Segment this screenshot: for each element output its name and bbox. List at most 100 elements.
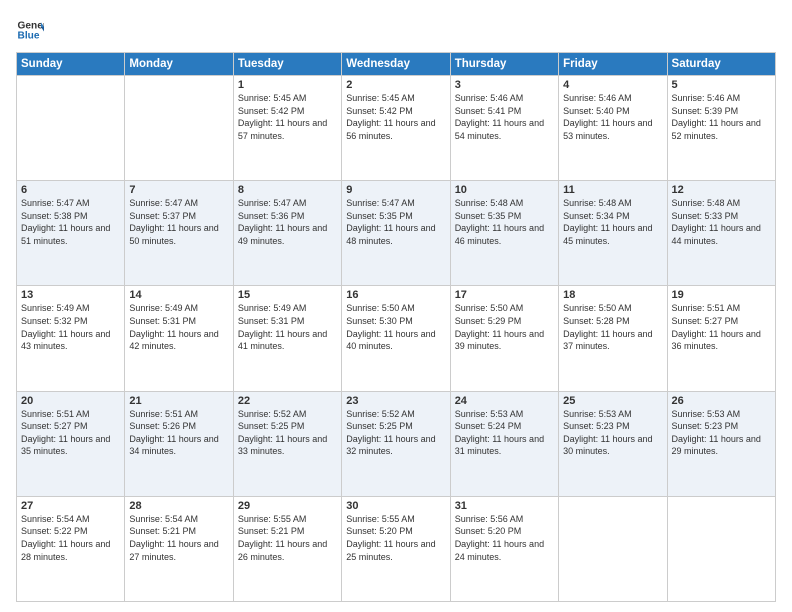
calendar-week-3: 13Sunrise: 5:49 AM Sunset: 5:32 PM Dayli… — [17, 286, 776, 391]
day-number: 11 — [563, 184, 662, 196]
day-number: 10 — [455, 184, 554, 196]
dow-header-saturday: Saturday — [667, 53, 775, 76]
day-number: 26 — [672, 395, 771, 407]
calendar-cell: 30Sunrise: 5:55 AM Sunset: 5:20 PM Dayli… — [342, 496, 450, 601]
day-info: Sunrise: 5:47 AM Sunset: 5:38 PM Dayligh… — [21, 197, 120, 247]
calendar-week-1: 1Sunrise: 5:45 AM Sunset: 5:42 PM Daylig… — [17, 76, 776, 181]
day-info: Sunrise: 5:51 AM Sunset: 5:27 PM Dayligh… — [672, 302, 771, 352]
day-info: Sunrise: 5:51 AM Sunset: 5:26 PM Dayligh… — [129, 408, 228, 458]
calendar-cell: 16Sunrise: 5:50 AM Sunset: 5:30 PM Dayli… — [342, 286, 450, 391]
day-number: 21 — [129, 395, 228, 407]
day-number: 2 — [346, 79, 445, 91]
calendar-cell — [125, 76, 233, 181]
calendar-cell: 9Sunrise: 5:47 AM Sunset: 5:35 PM Daylig… — [342, 181, 450, 286]
page-header: General Blue — [16, 16, 776, 44]
dow-header-wednesday: Wednesday — [342, 53, 450, 76]
calendar-cell: 24Sunrise: 5:53 AM Sunset: 5:24 PM Dayli… — [450, 391, 558, 496]
calendar-cell: 4Sunrise: 5:46 AM Sunset: 5:40 PM Daylig… — [559, 76, 667, 181]
calendar-cell: 13Sunrise: 5:49 AM Sunset: 5:32 PM Dayli… — [17, 286, 125, 391]
calendar-table: SundayMondayTuesdayWednesdayThursdayFrid… — [16, 52, 776, 602]
calendar-cell: 31Sunrise: 5:56 AM Sunset: 5:20 PM Dayli… — [450, 496, 558, 601]
day-info: Sunrise: 5:51 AM Sunset: 5:27 PM Dayligh… — [21, 408, 120, 458]
calendar-cell: 29Sunrise: 5:55 AM Sunset: 5:21 PM Dayli… — [233, 496, 341, 601]
day-info: Sunrise: 5:46 AM Sunset: 5:39 PM Dayligh… — [672, 92, 771, 142]
dow-header-monday: Monday — [125, 53, 233, 76]
calendar-cell: 8Sunrise: 5:47 AM Sunset: 5:36 PM Daylig… — [233, 181, 341, 286]
day-info: Sunrise: 5:50 AM Sunset: 5:28 PM Dayligh… — [563, 302, 662, 352]
day-info: Sunrise: 5:55 AM Sunset: 5:21 PM Dayligh… — [238, 513, 337, 563]
day-info: Sunrise: 5:46 AM Sunset: 5:40 PM Dayligh… — [563, 92, 662, 142]
day-number: 23 — [346, 395, 445, 407]
day-number: 29 — [238, 500, 337, 512]
day-number: 30 — [346, 500, 445, 512]
day-number: 28 — [129, 500, 228, 512]
day-info: Sunrise: 5:48 AM Sunset: 5:35 PM Dayligh… — [455, 197, 554, 247]
day-number: 9 — [346, 184, 445, 196]
calendar-cell: 11Sunrise: 5:48 AM Sunset: 5:34 PM Dayli… — [559, 181, 667, 286]
day-number: 22 — [238, 395, 337, 407]
day-info: Sunrise: 5:45 AM Sunset: 5:42 PM Dayligh… — [346, 92, 445, 142]
calendar-cell: 3Sunrise: 5:46 AM Sunset: 5:41 PM Daylig… — [450, 76, 558, 181]
day-number: 13 — [21, 289, 120, 301]
dow-header-friday: Friday — [559, 53, 667, 76]
day-number: 16 — [346, 289, 445, 301]
calendar-cell: 15Sunrise: 5:49 AM Sunset: 5:31 PM Dayli… — [233, 286, 341, 391]
day-info: Sunrise: 5:52 AM Sunset: 5:25 PM Dayligh… — [238, 408, 337, 458]
day-info: Sunrise: 5:53 AM Sunset: 5:23 PM Dayligh… — [672, 408, 771, 458]
calendar-cell: 23Sunrise: 5:52 AM Sunset: 5:25 PM Dayli… — [342, 391, 450, 496]
calendar-cell: 14Sunrise: 5:49 AM Sunset: 5:31 PM Dayli… — [125, 286, 233, 391]
day-info: Sunrise: 5:53 AM Sunset: 5:24 PM Dayligh… — [455, 408, 554, 458]
day-number: 27 — [21, 500, 120, 512]
day-info: Sunrise: 5:49 AM Sunset: 5:31 PM Dayligh… — [129, 302, 228, 352]
day-info: Sunrise: 5:48 AM Sunset: 5:33 PM Dayligh… — [672, 197, 771, 247]
day-number: 6 — [21, 184, 120, 196]
day-number: 19 — [672, 289, 771, 301]
day-number: 31 — [455, 500, 554, 512]
day-number: 17 — [455, 289, 554, 301]
calendar-cell: 5Sunrise: 5:46 AM Sunset: 5:39 PM Daylig… — [667, 76, 775, 181]
day-info: Sunrise: 5:54 AM Sunset: 5:21 PM Dayligh… — [129, 513, 228, 563]
logo-icon: General Blue — [16, 16, 44, 44]
day-info: Sunrise: 5:56 AM Sunset: 5:20 PM Dayligh… — [455, 513, 554, 563]
day-info: Sunrise: 5:47 AM Sunset: 5:37 PM Dayligh… — [129, 197, 228, 247]
day-number: 14 — [129, 289, 228, 301]
day-number: 18 — [563, 289, 662, 301]
day-number: 4 — [563, 79, 662, 91]
day-info: Sunrise: 5:53 AM Sunset: 5:23 PM Dayligh… — [563, 408, 662, 458]
day-info: Sunrise: 5:49 AM Sunset: 5:31 PM Dayligh… — [238, 302, 337, 352]
day-number: 8 — [238, 184, 337, 196]
day-info: Sunrise: 5:47 AM Sunset: 5:36 PM Dayligh… — [238, 197, 337, 247]
day-number: 15 — [238, 289, 337, 301]
calendar-cell: 10Sunrise: 5:48 AM Sunset: 5:35 PM Dayli… — [450, 181, 558, 286]
calendar-cell: 27Sunrise: 5:54 AM Sunset: 5:22 PM Dayli… — [17, 496, 125, 601]
calendar-cell: 1Sunrise: 5:45 AM Sunset: 5:42 PM Daylig… — [233, 76, 341, 181]
day-number: 20 — [21, 395, 120, 407]
day-number: 12 — [672, 184, 771, 196]
day-info: Sunrise: 5:54 AM Sunset: 5:22 PM Dayligh… — [21, 513, 120, 563]
day-info: Sunrise: 5:47 AM Sunset: 5:35 PM Dayligh… — [346, 197, 445, 247]
logo: General Blue — [16, 16, 44, 44]
dow-header-thursday: Thursday — [450, 53, 558, 76]
calendar-cell: 22Sunrise: 5:52 AM Sunset: 5:25 PM Dayli… — [233, 391, 341, 496]
dow-header-tuesday: Tuesday — [233, 53, 341, 76]
calendar-cell: 19Sunrise: 5:51 AM Sunset: 5:27 PM Dayli… — [667, 286, 775, 391]
day-info: Sunrise: 5:49 AM Sunset: 5:32 PM Dayligh… — [21, 302, 120, 352]
calendar-week-5: 27Sunrise: 5:54 AM Sunset: 5:22 PM Dayli… — [17, 496, 776, 601]
calendar-cell: 12Sunrise: 5:48 AM Sunset: 5:33 PM Dayli… — [667, 181, 775, 286]
calendar-cell: 7Sunrise: 5:47 AM Sunset: 5:37 PM Daylig… — [125, 181, 233, 286]
day-info: Sunrise: 5:52 AM Sunset: 5:25 PM Dayligh… — [346, 408, 445, 458]
calendar-cell: 25Sunrise: 5:53 AM Sunset: 5:23 PM Dayli… — [559, 391, 667, 496]
calendar-week-2: 6Sunrise: 5:47 AM Sunset: 5:38 PM Daylig… — [17, 181, 776, 286]
calendar-cell — [667, 496, 775, 601]
calendar-cell: 26Sunrise: 5:53 AM Sunset: 5:23 PM Dayli… — [667, 391, 775, 496]
calendar-cell: 6Sunrise: 5:47 AM Sunset: 5:38 PM Daylig… — [17, 181, 125, 286]
calendar-cell — [17, 76, 125, 181]
calendar-cell: 18Sunrise: 5:50 AM Sunset: 5:28 PM Dayli… — [559, 286, 667, 391]
day-info: Sunrise: 5:46 AM Sunset: 5:41 PM Dayligh… — [455, 92, 554, 142]
day-info: Sunrise: 5:48 AM Sunset: 5:34 PM Dayligh… — [563, 197, 662, 247]
svg-text:Blue: Blue — [18, 31, 40, 42]
day-info: Sunrise: 5:55 AM Sunset: 5:20 PM Dayligh… — [346, 513, 445, 563]
calendar-cell: 17Sunrise: 5:50 AM Sunset: 5:29 PM Dayli… — [450, 286, 558, 391]
day-info: Sunrise: 5:50 AM Sunset: 5:29 PM Dayligh… — [455, 302, 554, 352]
calendar-cell: 20Sunrise: 5:51 AM Sunset: 5:27 PM Dayli… — [17, 391, 125, 496]
